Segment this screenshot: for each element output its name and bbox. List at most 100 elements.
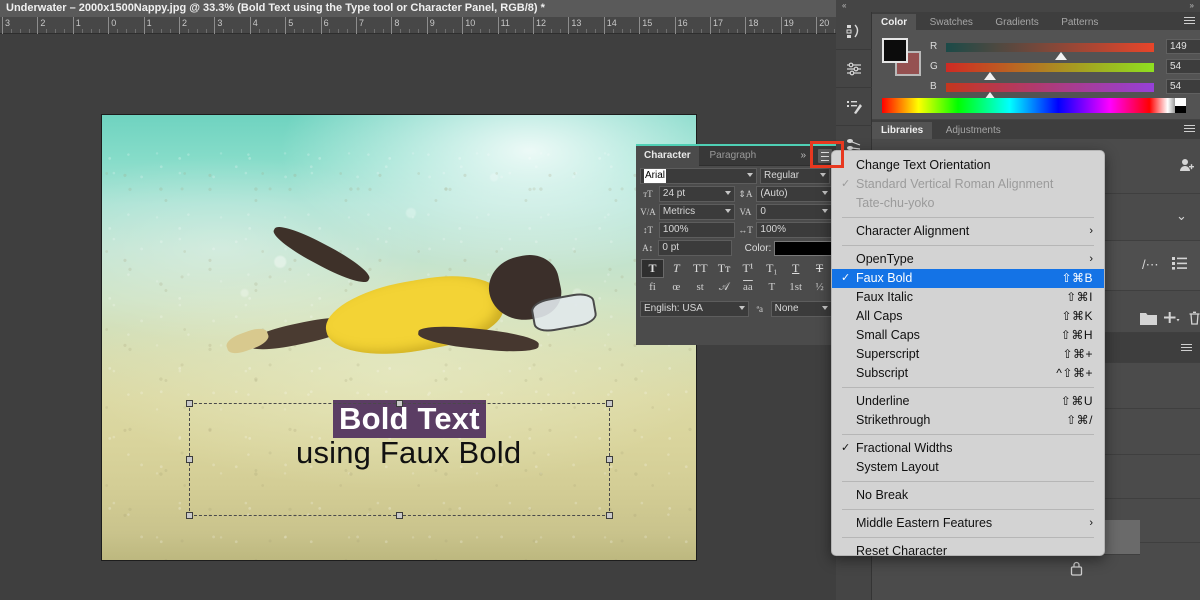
curve-icon[interactable]: /⋯ <box>1142 257 1159 273</box>
kerning-select[interactable]: Metrics <box>658 204 735 220</box>
slider-track-b[interactable] <box>946 83 1154 100</box>
character-panel-tabs[interactable]: Character Paragraph » <box>636 146 836 166</box>
leading-input[interactable]: (Auto) <box>756 186 832 202</box>
handle-top-middle[interactable] <box>395 400 403 407</box>
slider-value-g[interactable]: 54 <box>1166 59 1200 74</box>
vertical-scale-input[interactable]: 100% <box>658 222 735 238</box>
slider-track-r[interactable] <box>946 43 1154 60</box>
standard-ligatures-button[interactable]: fi <box>641 278 664 296</box>
horizontal-scale-input[interactable]: 100% <box>756 222 832 238</box>
kerning-row[interactable]: V/A Metrics VA 0 <box>636 202 836 220</box>
tab-patterns[interactable]: Patterns <box>1052 14 1107 32</box>
contextual-alternates-button[interactable]: œ <box>665 278 688 296</box>
titling-alternates-button[interactable]: T <box>760 278 783 296</box>
panel-menu-button[interactable] <box>818 149 832 163</box>
color-panel[interactable]: Color Swatches Gradients Patterns R 149 … <box>872 12 1200 118</box>
menu-item[interactable]: Change Text Orientation <box>832 156 1104 175</box>
black-swatch[interactable] <box>1175 106 1186 113</box>
handle-bottom-left[interactable] <box>186 512 193 519</box>
color-swatches[interactable] <box>882 38 922 76</box>
history-icon[interactable] <box>836 12 872 50</box>
adjustments-icon[interactable] <box>836 50 872 88</box>
menu-item[interactable]: Subscript ^⇧⌘+ <box>832 364 1104 383</box>
faux-bold-button[interactable]: T <box>641 259 664 278</box>
slider-track-g[interactable] <box>946 63 1154 80</box>
font-style-select[interactable]: Regular <box>760 168 830 184</box>
color-panel-menu-button[interactable] <box>1184 17 1195 25</box>
handle-top-right[interactable] <box>606 400 613 407</box>
slider-thumb-r[interactable] <box>1055 52 1067 60</box>
tab-libraries[interactable]: Libraries <box>872 122 933 140</box>
slider-thumb-g[interactable] <box>984 72 996 80</box>
all-caps-button[interactable]: TT <box>689 259 712 278</box>
horizontal-ruler[interactable]: 3 2 1 0 1 2 3 4 5 6 7 8 9 10 11 12 13 14 15 16 17 18 19 20 <box>0 17 844 34</box>
color-panel-tabs[interactable]: Color Swatches Gradients Patterns <box>872 12 1200 32</box>
tab-character[interactable]: Character <box>636 146 699 166</box>
handle-middle-right[interactable] <box>606 455 613 463</box>
tab-paragraph[interactable]: Paragraph <box>701 146 764 166</box>
font-family-row[interactable]: Arial Regular <box>636 166 836 184</box>
add-icon[interactable] <box>1164 311 1180 328</box>
strikethrough-button[interactable]: T <box>808 259 831 278</box>
handle-top-left[interactable] <box>186 400 193 407</box>
character-panel-context-menu[interactable]: Change Text Orientation ✓ Standard Vertica… <box>831 150 1105 556</box>
language-select[interactable]: English: USA <box>640 301 749 317</box>
libraries-panel-menu-button[interactable] <box>1184 125 1195 133</box>
tab-swatches[interactable]: Swatches <box>921 14 982 32</box>
discretionary-ligatures-button[interactable]: st <box>689 278 712 296</box>
anti-alias-select[interactable]: None <box>770 301 832 317</box>
libraries-panel-tabs[interactable]: Libraries Adjustments <box>872 120 1200 140</box>
language-row[interactable]: English: USA ªa None <box>636 299 836 317</box>
white-swatch[interactable] <box>1175 98 1186 106</box>
text-color-swatch[interactable] <box>774 240 832 256</box>
type-style-buttons[interactable]: T T TT Tт T¹ T₁ T T fi œ st 𝒜 aa T 1st ½ <box>636 256 836 296</box>
superscript-button[interactable]: T¹ <box>737 259 760 278</box>
character-panel[interactable]: Character Paragraph » Arial Regular ᴛT 2… <box>636 144 836 345</box>
oldstyle-button[interactable]: aa <box>737 278 760 296</box>
underline-button[interactable]: T <box>784 259 807 278</box>
foreground-color-swatch[interactable] <box>882 38 908 63</box>
trash-icon[interactable] <box>1188 311 1200 328</box>
color-spectrum-ramp[interactable] <box>882 98 1186 113</box>
tab-gradients[interactable]: Gradients <box>986 14 1047 32</box>
small-caps-button[interactable]: Tт <box>713 259 736 278</box>
fractions-button[interactable]: ½ <box>808 278 831 296</box>
layer-lock-row[interactable] <box>872 554 1140 584</box>
menu-item[interactable]: Strikethrough ⇧⌘/ <box>832 411 1104 430</box>
collapse-left-icon[interactable]: « <box>842 1 846 10</box>
tab-color[interactable]: Color <box>872 14 917 32</box>
font-size-input[interactable]: 24 pt <box>658 186 735 202</box>
dock-collapse-bar[interactable]: « » <box>836 0 1200 12</box>
menu-item[interactable]: Reset Character <box>832 542 1104 555</box>
menu-item[interactable]: Superscript ⇧⌘+ <box>832 345 1104 364</box>
swash-button[interactable]: 𝒜 <box>713 278 736 296</box>
ordinals-button[interactable]: 1st <box>784 278 807 296</box>
handle-bottom-right[interactable] <box>606 512 613 519</box>
handle-middle-left[interactable] <box>186 455 193 463</box>
handle-bottom-middle[interactable] <box>395 512 403 519</box>
menu-item[interactable]: Underline ⇧⌘U <box>832 392 1104 411</box>
menu-item[interactable]: System Layout <box>832 458 1104 477</box>
collapse-right-icon[interactable]: » <box>1190 1 1194 10</box>
menu-item[interactable]: Character Alignment › <box>832 222 1104 241</box>
menu-item[interactable]: OpenType › <box>832 250 1104 269</box>
menu-item[interactable]: ✓ Faux Bold ⇧⌘B <box>832 269 1104 288</box>
style-row-opentype[interactable]: fi œ st 𝒜 aa T 1st ½ <box>641 278 831 296</box>
slider-value-b[interactable]: 54 <box>1166 79 1200 94</box>
user-add-icon[interactable] <box>1178 157 1194 176</box>
text-layer-bounding-box[interactable] <box>186 400 613 519</box>
font-family-select[interactable]: Arial <box>640 168 757 184</box>
menu-item[interactable]: ✓ Fractional Widths <box>832 439 1104 458</box>
style-row-primary[interactable]: T T TT Tт T¹ T₁ T T <box>641 259 831 278</box>
list-icon[interactable] <box>1172 255 1187 273</box>
slider-value-r[interactable]: 149 <box>1166 39 1200 54</box>
faux-italic-button[interactable]: T <box>665 259 688 278</box>
layers-panel-menu-button[interactable] <box>1181 344 1192 352</box>
menu-item[interactable]: Middle Eastern Features › <box>832 514 1104 533</box>
subscript-button[interactable]: T₁ <box>760 259 783 278</box>
menu-item[interactable]: No Break <box>832 486 1104 505</box>
chevron-down-icon[interactable]: ⌄ <box>1176 208 1187 224</box>
menu-item[interactable]: Small Caps ⇧⌘H <box>832 326 1104 345</box>
baseline-shift-input[interactable]: 0 pt <box>658 240 732 256</box>
panel-expand-chevrons[interactable]: » <box>800 146 806 166</box>
